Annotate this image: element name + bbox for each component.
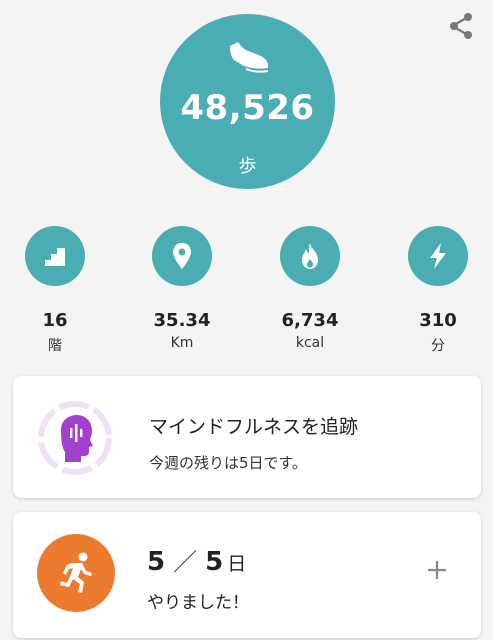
exercise-goal-unit: 日 [227,553,247,575]
stat-active-minutes[interactable]: 310 分 [393,226,483,355]
head-icon [61,415,93,462]
mindfulness-subtitle: 今週の残りは5日です。 [149,454,308,472]
exercise-goal-card[interactable]: 5 ／ 5 日 やりました！ [13,512,481,638]
stat-unit: 分 [431,338,445,354]
exercise-goal-count: 5 [205,547,224,577]
stat-value: 6,734 [281,310,339,331]
stat-calories[interactable]: 6,734 kcal [265,226,355,351]
lightning-bolt-icon [430,243,446,269]
stat-floors[interactable]: 16 階 [10,226,100,355]
location-pin-icon [173,243,191,269]
stat-unit: kcal [295,335,325,351]
steps-count: 48,526 [180,88,315,128]
stat-distance[interactable]: 35.34 Km [137,226,227,351]
stat-value: 310 [419,310,457,331]
share-icon[interactable] [445,10,477,42]
exercise-subtitle: やりました！ [147,593,249,613]
stat-unit: Km [170,335,194,351]
mindfulness-progress-ring [38,401,112,475]
mindfulness-title: マインドフルネスを追跡 [149,416,359,438]
exercise-separator: ／ [173,548,198,576]
mindfulness-card[interactable]: マインドフルネスを追跡 今週の残りは5日です。 [13,376,481,498]
stairs-icon [45,248,65,266]
exercise-progress: 5 ／ 5 日 [147,542,246,577]
flame-icon [302,243,318,269]
stat-value: 35.34 [153,310,211,331]
steps-summary-circle[interactable]: 48,526 歩 [160,14,335,189]
exercise-badge [37,534,115,612]
exercise-done-count: 5 [147,547,166,577]
stat-value: 16 [42,310,68,331]
shoe-icon [230,42,268,73]
running-person-icon [60,552,92,593]
plus-icon[interactable] [425,558,449,582]
stat-unit: 階 [48,338,62,354]
steps-unit: 歩 [238,156,257,177]
